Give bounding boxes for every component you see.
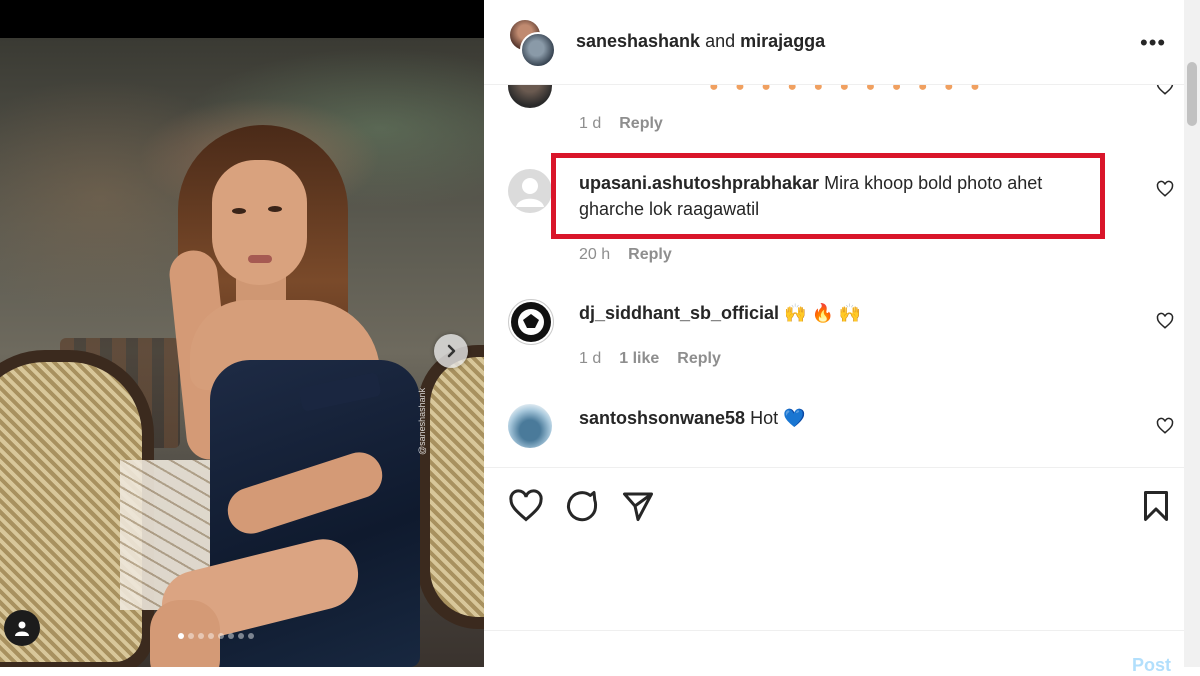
carousel-dot <box>198 633 204 639</box>
comment-username[interactable]: santoshsonwane58 <box>579 408 745 428</box>
woman-lips <box>248 255 272 263</box>
highlight-box <box>551 153 1105 239</box>
user-icon <box>15 621 29 636</box>
woman-eye-left <box>232 208 246 214</box>
comment-text: 🙌 🔥 🙌 <box>784 303 862 323</box>
comment-meta: 1 d 1 like Reply <box>579 350 721 368</box>
comment-icon[interactable] <box>564 488 600 524</box>
post-header: saneshashank and mirajagga ••• <box>484 0 1184 85</box>
comment-list: ● ● ● ● ● ● ● ● ● ● ● 1 d Reply upasani.… <box>484 84 1184 466</box>
carousel-dot <box>208 633 214 639</box>
chevron-right-icon <box>447 344 456 358</box>
avatar[interactable] <box>508 299 554 345</box>
send-icon[interactable] <box>620 488 656 524</box>
avatar[interactable] <box>508 169 552 213</box>
reply-button[interactable]: Reply <box>619 115 663 133</box>
comment-time[interactable]: 1 d <box>579 115 601 133</box>
tagged-users-button[interactable] <box>4 610 40 646</box>
heart-icon[interactable] <box>508 488 544 524</box>
post-authors: saneshashank and mirajagga <box>576 31 825 52</box>
post-photo-panel: @saneshashank <box>0 0 484 667</box>
comment-body: santoshsonwane58 Hot 💙 <box>579 405 1099 431</box>
carousel-next-button[interactable] <box>434 334 468 368</box>
comment-meta: 1 d Reply <box>579 115 663 133</box>
avatar[interactable] <box>508 84 552 108</box>
scrollbar-thumb[interactable] <box>1187 62 1197 126</box>
carousel-dot <box>248 633 254 639</box>
heart-icon[interactable] <box>1156 180 1174 198</box>
carousel-dot <box>188 633 194 639</box>
author-username[interactable]: mirajagga <box>740 31 825 51</box>
avatar[interactable] <box>508 404 552 448</box>
woman-face <box>212 160 307 285</box>
reply-button[interactable]: Reply <box>677 350 721 368</box>
carousel-dot <box>238 633 244 639</box>
post-detail-panel: saneshashank and mirajagga ••• ● ● ● ● ●… <box>484 0 1200 675</box>
comment-body: dj_siddhant_sb_official 🙌 🔥 🙌 <box>579 300 1099 326</box>
post-button[interactable]: Post <box>1132 655 1171 676</box>
comment-composer: Post <box>484 630 1184 675</box>
post-actions <box>484 467 1184 540</box>
heart-icon[interactable] <box>1156 84 1174 96</box>
carousel-indicator <box>178 633 254 639</box>
scrollbar[interactable] <box>1184 0 1200 667</box>
heart-icon[interactable] <box>1156 312 1174 330</box>
comment-time[interactable]: 20 h <box>579 246 610 264</box>
reply-button[interactable]: Reply <box>628 246 672 264</box>
more-options-icon[interactable]: ••• <box>1140 30 1166 56</box>
comment-meta: 20 h Reply <box>579 246 672 264</box>
author-username[interactable]: saneshashank <box>576 31 700 51</box>
emoji-row: ● ● ● ● ● ● ● ● ● ● ● <box>709 84 986 95</box>
comment-time[interactable]: 1 d <box>579 350 601 368</box>
dj-logo-icon <box>511 302 551 342</box>
default-avatar-icon <box>516 178 544 207</box>
carousel-dot <box>228 633 234 639</box>
chair-right <box>418 345 484 629</box>
bookmark-icon[interactable] <box>1138 488 1174 524</box>
carousel-dot <box>218 633 224 639</box>
carousel-dot <box>178 633 184 639</box>
woman-eye-right <box>268 206 282 212</box>
comment-text: Hot 💙 <box>750 408 806 428</box>
heart-icon[interactable] <box>1156 417 1174 435</box>
comment-likes[interactable]: 1 like <box>619 350 659 368</box>
author-connector: and <box>705 31 736 51</box>
avatar <box>520 32 556 68</box>
photo-watermark: @saneshashank <box>417 387 427 455</box>
collab-avatars[interactable] <box>508 18 556 68</box>
comment-username[interactable]: dj_siddhant_sb_official <box>579 303 779 323</box>
